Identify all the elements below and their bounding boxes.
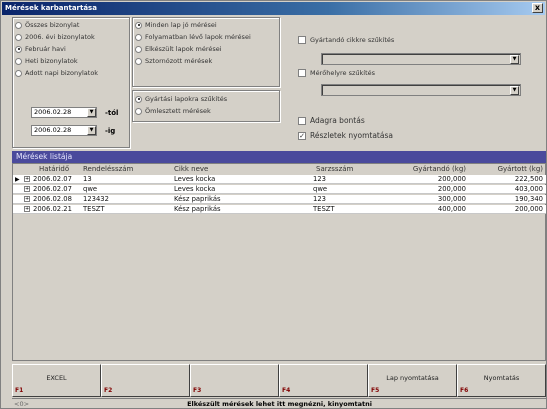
- table-cell: qwe: [313, 185, 328, 193]
- table-cell: 2006.02.07: [33, 185, 72, 193]
- radio-dot: [135, 57, 142, 65]
- expand-icon[interactable]: +: [24, 206, 30, 212]
- radio-dot: [135, 95, 142, 103]
- f2-button[interactable]: F2: [101, 364, 190, 397]
- main-window: Mérések karbantartása x Összes bizonylat…: [0, 0, 547, 409]
- radio-dot: [15, 33, 22, 41]
- status-bar: <0> Elkészült mérések lehet itt megnézni…: [12, 398, 547, 409]
- radio-all[interactable]: Összes bizonylat: [15, 21, 79, 29]
- table-cell: 123: [313, 175, 326, 183]
- table-cell: 190,340: [514, 195, 543, 203]
- table-cell: 400,000: [437, 205, 466, 213]
- product-combo[interactable]: ▼: [321, 53, 521, 65]
- excel-button[interactable]: EXCEL F1: [12, 364, 101, 397]
- title-bar: Mérések karbantartása x: [2, 2, 545, 15]
- radio-day[interactable]: Adott napi bizonylatok: [15, 69, 98, 77]
- table-cell: 222,500: [514, 175, 543, 183]
- checkbox-box: [298, 36, 306, 44]
- table-cell: 403,000: [514, 185, 543, 193]
- radio-finished[interactable]: Elkészült lapok mérései: [135, 45, 222, 53]
- table-cell: TESZT: [83, 205, 105, 213]
- table-cell: 200,000: [514, 205, 543, 213]
- radio-dot: [135, 45, 142, 53]
- radio-bulk[interactable]: Ömlesztett mérések: [135, 107, 211, 115]
- checkbox-box: [298, 116, 306, 125]
- check-icon: ✓: [298, 131, 306, 140]
- radio-dot: [135, 21, 142, 29]
- print-button[interactable]: Nyomtatás F6: [457, 364, 546, 397]
- device-filter-checkbox[interactable]: Mérőhelyre szűkítés: [298, 69, 375, 77]
- column-header[interactable]: Sarzsszám: [316, 164, 353, 175]
- device-combo[interactable]: ▼: [321, 84, 521, 96]
- print-details-checkbox[interactable]: ✓ Részletek nyomtatása: [298, 131, 393, 140]
- column-header[interactable]: Cikk neve: [174, 164, 208, 175]
- table-cell: 300,000: [437, 195, 466, 203]
- table-cell: 13: [83, 175, 92, 183]
- batch-split-checkbox[interactable]: Adagra bontás: [298, 116, 365, 125]
- table-row[interactable]: ▶ + 2006.02.07 13 Leves kocka 123 200,00…: [13, 175, 546, 184]
- radio-in-progress[interactable]: Folyamatban lévő lapok mérései: [135, 33, 251, 41]
- measurements-table[interactable]: Határidő Rendelésszám Cikk neve Sarzsszá…: [12, 163, 546, 361]
- column-header[interactable]: Határidő: [39, 164, 69, 175]
- table-row[interactable]: + 2006.02.08 123432 Kész paprikás 123 30…: [13, 195, 546, 204]
- radio-month[interactable]: Február havi: [15, 45, 66, 53]
- table-cell: Leves kocka: [174, 185, 216, 193]
- date-from-suffix: -tól: [105, 109, 119, 117]
- product-filter-checkbox[interactable]: Gyártandó cikkre szűkítés: [298, 36, 394, 44]
- f4-button[interactable]: F4: [279, 364, 368, 397]
- table-cell: 200,000: [437, 185, 466, 193]
- table-cell: 2006.02.08: [33, 195, 72, 203]
- column-header[interactable]: Gyártandó (kg): [393, 164, 466, 175]
- chevron-down-icon[interactable]: ▼: [510, 55, 519, 64]
- table-cell: TESZT: [313, 205, 335, 213]
- table-cell: 2006.02.21: [33, 205, 72, 213]
- radio-dot: [15, 45, 22, 53]
- expand-icon[interactable]: +: [24, 196, 30, 202]
- radio-dot: [15, 57, 22, 65]
- f3-button[interactable]: F3: [190, 364, 279, 397]
- table-cell: 200,000: [437, 175, 466, 183]
- radio-production-sheets[interactable]: Gyártási lapokra szűkítés: [135, 95, 227, 103]
- table-cell: Kész paprikás: [174, 205, 221, 213]
- table-cell: qwe: [83, 185, 98, 193]
- chevron-down-icon[interactable]: ▼: [510, 86, 519, 95]
- function-key-bar: EXCEL F1 F2 F3 F4 Lap nyomtatása F5 Nyomta…: [12, 364, 547, 397]
- expand-icon[interactable]: +: [24, 176, 30, 182]
- radio-dot: [15, 69, 22, 77]
- checkbox-box: [298, 69, 306, 77]
- row-pointer-icon: ▶: [15, 176, 20, 183]
- radio-cancelled[interactable]: Sztornózott mérések: [135, 57, 212, 65]
- window-title: Mérések karbantartása: [5, 4, 97, 12]
- date-from-dropdown-icon[interactable]: ▼: [87, 108, 96, 117]
- expand-icon[interactable]: +: [24, 186, 30, 192]
- table-cell: Kész paprikás: [174, 195, 221, 203]
- table-cell: 2006.02.07: [33, 175, 72, 183]
- date-to-dropdown-icon[interactable]: ▼: [87, 126, 96, 135]
- print-sheet-button[interactable]: Lap nyomtatása F5: [368, 364, 457, 397]
- close-button[interactable]: x: [532, 3, 543, 13]
- table-row[interactable]: + 2006.02.21 TESZT Kész paprikás TESZT 4…: [13, 205, 546, 214]
- radio-dot: [135, 33, 142, 41]
- date-to-suffix: -ig: [105, 127, 116, 135]
- radio-dot: [15, 21, 22, 29]
- radio-all-sheets[interactable]: Minden lap jó mérései: [135, 21, 217, 29]
- table-cell: 123: [313, 195, 326, 203]
- column-header[interactable]: Rendelésszám: [83, 164, 133, 175]
- column-header[interactable]: Gyártott (kg): [473, 164, 543, 175]
- table-row[interactable]: + 2006.02.07 qwe Leves kocka qwe 200,000…: [13, 185, 546, 194]
- table-cell: 123432: [83, 195, 109, 203]
- radio-year[interactable]: 2006. évi bizonylatok: [15, 33, 95, 41]
- list-title: Mérések listája: [12, 151, 546, 163]
- table-cell: Leves kocka: [174, 175, 216, 183]
- radio-dot: [135, 107, 142, 115]
- status-indicator: <0>: [14, 400, 30, 408]
- radio-week[interactable]: Heti bizonylatok: [15, 57, 78, 65]
- status-message: Elkészült mérések lehet itt megnézni, ki…: [187, 400, 372, 408]
